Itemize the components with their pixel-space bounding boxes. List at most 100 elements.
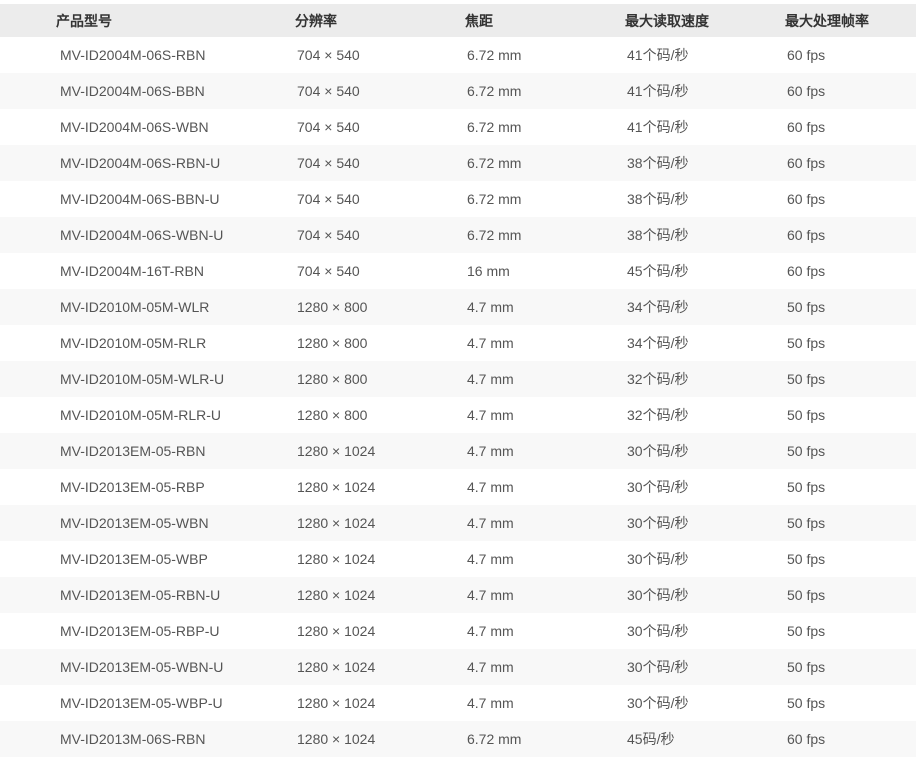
- cell-max-read-speed: 34个码/秒: [625, 325, 785, 361]
- cell-model: MV-ID2013EM-05-WBN: [0, 505, 295, 541]
- cell-resolution: 704 × 540: [295, 145, 465, 181]
- table-row: MV-ID2013EM-05-RBP-U1280 × 10244.7 mm30个…: [0, 613, 916, 649]
- cell-model: MV-ID2013EM-05-WBP-U: [0, 685, 295, 721]
- table-row: MV-ID2013EM-05-RBN-U1280 × 10244.7 mm30个…: [0, 577, 916, 613]
- cell-resolution: 1280 × 800: [295, 361, 465, 397]
- cell-focal-length: 4.7 mm: [465, 469, 625, 505]
- cell-model: MV-ID2004M-06S-RBN: [0, 37, 295, 73]
- product-spec-table: 产品型号 分辨率 焦距 最大读取速度 最大处理帧率 MV-ID2004M-06S…: [0, 4, 916, 757]
- cell-max-frame-rate: 50 fps: [785, 649, 916, 685]
- cell-max-read-speed: 45码/秒: [625, 721, 785, 757]
- table-row: MV-ID2004M-06S-WBN704 × 5406.72 mm41个码/秒…: [0, 109, 916, 145]
- column-header-max-read-speed: 最大读取速度: [625, 4, 785, 37]
- cell-focal-length: 4.7 mm: [465, 433, 625, 469]
- cell-max-frame-rate: 60 fps: [785, 253, 916, 289]
- cell-resolution: 704 × 540: [295, 217, 465, 253]
- cell-model: MV-ID2010M-05M-WLR: [0, 289, 295, 325]
- cell-max-frame-rate: 50 fps: [785, 469, 916, 505]
- cell-max-read-speed: 30个码/秒: [625, 649, 785, 685]
- table-body: MV-ID2004M-06S-RBN704 × 5406.72 mm41个码/秒…: [0, 37, 916, 757]
- cell-max-frame-rate: 50 fps: [785, 289, 916, 325]
- cell-model: MV-ID2010M-05M-RLR: [0, 325, 295, 361]
- cell-max-frame-rate: 50 fps: [785, 325, 916, 361]
- cell-focal-length: 4.7 mm: [465, 325, 625, 361]
- table-row: MV-ID2004M-06S-RBN-U704 × 5406.72 mm38个码…: [0, 145, 916, 181]
- cell-focal-length: 6.72 mm: [465, 181, 625, 217]
- cell-max-frame-rate: 50 fps: [785, 541, 916, 577]
- cell-resolution: 1280 × 1024: [295, 541, 465, 577]
- cell-focal-length: 4.7 mm: [465, 613, 625, 649]
- table-row: MV-ID2004M-06S-BBN-U704 × 5406.72 mm38个码…: [0, 181, 916, 217]
- column-header-resolution: 分辨率: [295, 4, 465, 37]
- cell-focal-length: 4.7 mm: [465, 685, 625, 721]
- cell-max-frame-rate: 50 fps: [785, 433, 916, 469]
- table-row: MV-ID2010M-05M-RLR1280 × 8004.7 mm34个码/秒…: [0, 325, 916, 361]
- cell-focal-length: 6.72 mm: [465, 217, 625, 253]
- cell-max-read-speed: 30个码/秒: [625, 685, 785, 721]
- cell-max-frame-rate: 60 fps: [785, 721, 916, 757]
- cell-max-read-speed: 30个码/秒: [625, 505, 785, 541]
- cell-resolution: 1280 × 800: [295, 397, 465, 433]
- cell-focal-length: 4.7 mm: [465, 397, 625, 433]
- cell-focal-length: 4.7 mm: [465, 505, 625, 541]
- cell-resolution: 704 × 540: [295, 253, 465, 289]
- cell-resolution: 1280 × 800: [295, 325, 465, 361]
- cell-max-read-speed: 30个码/秒: [625, 541, 785, 577]
- cell-model: MV-ID2013M-06S-RBN: [0, 721, 295, 757]
- cell-max-frame-rate: 60 fps: [785, 109, 916, 145]
- cell-resolution: 704 × 540: [295, 37, 465, 73]
- cell-focal-length: 6.72 mm: [465, 145, 625, 181]
- cell-model: MV-ID2004M-16T-RBN: [0, 253, 295, 289]
- cell-max-read-speed: 32个码/秒: [625, 361, 785, 397]
- cell-model: MV-ID2013EM-05-WBN-U: [0, 649, 295, 685]
- table-row: MV-ID2004M-06S-WBN-U704 × 5406.72 mm38个码…: [0, 217, 916, 253]
- cell-resolution: 704 × 540: [295, 73, 465, 109]
- cell-model: MV-ID2004M-06S-WBN-U: [0, 217, 295, 253]
- cell-focal-length: 4.7 mm: [465, 577, 625, 613]
- product-spec-page: 产品型号 分辨率 焦距 最大读取速度 最大处理帧率 MV-ID2004M-06S…: [0, 0, 916, 757]
- cell-resolution: 1280 × 1024: [295, 613, 465, 649]
- cell-model: MV-ID2013EM-05-WBP: [0, 541, 295, 577]
- cell-resolution: 704 × 540: [295, 181, 465, 217]
- cell-focal-length: 16 mm: [465, 253, 625, 289]
- cell-max-read-speed: 41个码/秒: [625, 37, 785, 73]
- cell-max-read-speed: 38个码/秒: [625, 217, 785, 253]
- cell-model: MV-ID2010M-05M-WLR-U: [0, 361, 295, 397]
- cell-model: MV-ID2004M-06S-BBN: [0, 73, 295, 109]
- table-row: MV-ID2013EM-05-RBN1280 × 10244.7 mm30个码/…: [0, 433, 916, 469]
- cell-max-frame-rate: 50 fps: [785, 613, 916, 649]
- cell-max-read-speed: 30个码/秒: [625, 433, 785, 469]
- cell-max-frame-rate: 50 fps: [785, 361, 916, 397]
- cell-model: MV-ID2013EM-05-RBP: [0, 469, 295, 505]
- column-header-max-frame-rate: 最大处理帧率: [785, 4, 916, 37]
- cell-focal-length: 4.7 mm: [465, 289, 625, 325]
- table-row: MV-ID2013EM-05-WBP1280 × 10244.7 mm30个码/…: [0, 541, 916, 577]
- cell-focal-length: 4.7 mm: [465, 649, 625, 685]
- table-row: MV-ID2004M-06S-BBN704 × 5406.72 mm41个码/秒…: [0, 73, 916, 109]
- cell-max-read-speed: 45个码/秒: [625, 253, 785, 289]
- column-header-model: 产品型号: [0, 4, 295, 37]
- cell-focal-length: 6.72 mm: [465, 73, 625, 109]
- cell-resolution: 1280 × 1024: [295, 685, 465, 721]
- cell-model: MV-ID2013EM-05-RBN: [0, 433, 295, 469]
- cell-focal-length: 6.72 mm: [465, 721, 625, 757]
- cell-focal-length: 6.72 mm: [465, 109, 625, 145]
- cell-resolution: 704 × 540: [295, 109, 465, 145]
- cell-max-read-speed: 41个码/秒: [625, 109, 785, 145]
- cell-max-read-speed: 30个码/秒: [625, 613, 785, 649]
- table-row: MV-ID2010M-05M-RLR-U1280 × 8004.7 mm32个码…: [0, 397, 916, 433]
- table-row: MV-ID2004M-16T-RBN704 × 54016 mm45个码/秒60…: [0, 253, 916, 289]
- cell-max-read-speed: 38个码/秒: [625, 145, 785, 181]
- cell-max-read-speed: 32个码/秒: [625, 397, 785, 433]
- cell-model: MV-ID2004M-06S-RBN-U: [0, 145, 295, 181]
- table-row: MV-ID2004M-06S-RBN704 × 5406.72 mm41个码/秒…: [0, 37, 916, 73]
- table-row: MV-ID2013EM-05-WBN1280 × 10244.7 mm30个码/…: [0, 505, 916, 541]
- cell-max-read-speed: 34个码/秒: [625, 289, 785, 325]
- cell-resolution: 1280 × 1024: [295, 505, 465, 541]
- cell-resolution: 1280 × 1024: [295, 577, 465, 613]
- cell-model: MV-ID2004M-06S-WBN: [0, 109, 295, 145]
- cell-max-frame-rate: 60 fps: [785, 73, 916, 109]
- cell-focal-length: 4.7 mm: [465, 361, 625, 397]
- cell-model: MV-ID2013EM-05-RBN-U: [0, 577, 295, 613]
- table-row: MV-ID2013M-06S-RBN1280 × 10246.72 mm45码/…: [0, 721, 916, 757]
